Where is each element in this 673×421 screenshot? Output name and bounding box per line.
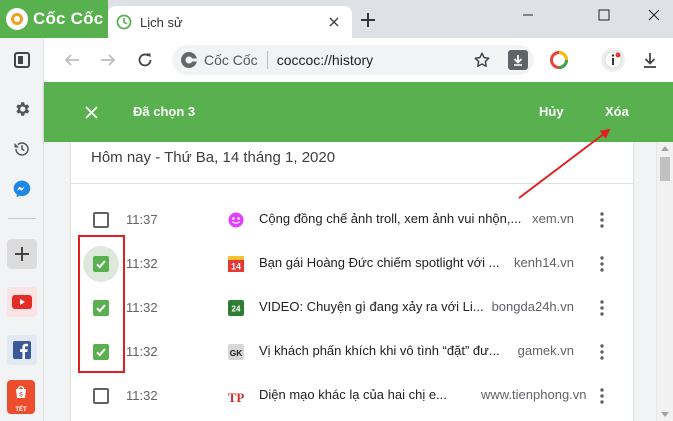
gamek-favicon-icon: GK <box>227 343 245 361</box>
page-domain: bongda24h.vn <box>491 299 574 314</box>
history-card: Hôm nay - Thứ Ba, 14 tháng 1, 2020 11:37… <box>71 142 633 421</box>
tienphong-favicon-icon: TP <box>227 387 245 405</box>
selected-count: Đã chọn 3 <box>133 104 196 119</box>
clear-selection-close-icon[interactable] <box>80 101 102 123</box>
title-bar: Cốc Cốc Lịch sử <box>0 0 673 38</box>
more-options-icon[interactable] <box>593 342 611 362</box>
page-title[interactable]: Vị khách phấn khích khi vô tình “đặt” đư… <box>259 343 500 358</box>
browser-window: Cốc Cốc Lịch sử S TẾT Cốc Cốc coccoc://h… <box>0 0 673 421</box>
bongda24h-favicon-icon: 24 <box>227 299 245 317</box>
history-row[interactable]: 11:37 Cộng đồng chế ảnh troll, xem ảnh v… <box>71 194 633 238</box>
tab-history[interactable]: Lịch sử <box>108 6 352 38</box>
settings-gear-icon[interactable] <box>7 94 37 124</box>
page-domain: xem.vn <box>532 211 574 226</box>
more-options-icon[interactable] <box>593 210 611 230</box>
download-video-icon[interactable] <box>508 50 528 70</box>
add-sidebar-item-button[interactable] <box>7 239 37 269</box>
page-domain: www.tienphong.vn <box>481 387 587 402</box>
close-window-button[interactable] <box>636 0 672 30</box>
address-bar[interactable]: Cốc Cốc coccoc://history <box>172 45 534 75</box>
tienphong-favicon-label: TP <box>228 390 244 404</box>
page-domain: gamek.vn <box>517 343 574 358</box>
bookmark-star-icon[interactable] <box>472 50 492 70</box>
site-label: Cốc Cốc <box>204 52 258 68</box>
download-icon[interactable] <box>638 48 662 72</box>
checkbox-unchecked-icon <box>93 212 109 228</box>
visit-time: 11:32 <box>126 256 158 271</box>
history-content: Hôm nay - Thứ Ba, 14 tháng 1, 2020 11:37… <box>44 142 656 421</box>
shopee-icon[interactable]: S TẾT <box>7 380 35 414</box>
history-row[interactable]: 11:32 GK Vị khách phấn khích khi vô tình… <box>71 326 633 370</box>
page-title[interactable]: Bạn gái Hoàng Đức chiếm spotlight với ..… <box>259 255 500 270</box>
address-separator <box>266 51 268 69</box>
scroll-up-arrow-icon[interactable] <box>661 146 669 151</box>
visit-time: 11:32 <box>126 344 158 359</box>
page-title[interactable]: Diện mạo khác lạ của hai chị e... <box>259 387 447 402</box>
scroll-down-arrow-icon[interactable] <box>661 412 669 417</box>
reload-icon[interactable] <box>131 46 159 74</box>
minimize-button[interactable] <box>510 0 546 30</box>
page-domain: kenh14.vn <box>514 255 574 270</box>
coccoc-logo-icon <box>6 8 28 30</box>
bongda24h-favicon-label: 24 <box>232 305 241 314</box>
url-text[interactable]: coccoc://history <box>277 52 373 68</box>
maximize-button[interactable] <box>586 0 622 30</box>
facebook-icon[interactable] <box>7 335 37 365</box>
gamek-favicon-label: GK <box>230 348 244 358</box>
selection-toolbar: Đã chọn 3 Hủy Xóa <box>44 82 673 142</box>
visit-time: 11:32 <box>126 300 158 315</box>
visit-time: 11:37 <box>126 212 158 227</box>
back-arrow-icon[interactable] <box>58 46 86 74</box>
history-row[interactable]: 11:32 TP Diện mạo khác lạ của hai chị e.… <box>71 370 633 414</box>
svg-text:S: S <box>19 393 23 399</box>
coccoc-site-icon <box>180 51 198 69</box>
history-icon[interactable] <box>7 134 37 164</box>
delete-button[interactable]: Xóa <box>605 104 629 119</box>
cancel-button[interactable]: Hủy <box>539 104 564 119</box>
messenger-icon[interactable] <box>7 174 37 204</box>
coccoc-dictionary-icon[interactable] <box>547 48 571 72</box>
forward-arrow-icon[interactable] <box>94 46 122 74</box>
vertical-scrollbar[interactable] <box>656 142 673 421</box>
header-divider <box>71 183 633 184</box>
sidebar: S TẾT <box>0 38 44 421</box>
row-checkbox[interactable] <box>83 202 119 238</box>
toolbar: Cốc Cốc coccoc://history <box>44 38 673 82</box>
brand-name: Cốc Cốc <box>33 9 104 28</box>
date-header: Hôm nay - Thứ Ba, 14 tháng 1, 2020 <box>91 149 336 166</box>
tab-close-icon[interactable] <box>324 12 344 32</box>
kenh14-favicon-icon: 14 <box>227 255 245 273</box>
coccoc-brand-button[interactable]: Cốc Cốc <box>0 0 108 38</box>
history-clock-icon <box>116 14 132 30</box>
more-options-icon[interactable] <box>593 254 611 274</box>
page-title[interactable]: VIDEO: Chuyện gì đang xảy ra với Li... <box>259 299 484 314</box>
youtube-icon[interactable] <box>7 287 37 317</box>
history-row[interactable]: 11:32 14 Bạn gái Hoàng Đức chiếm spotlig… <box>71 238 633 282</box>
tab-title: Lịch sử <box>140 14 183 30</box>
visit-time: 11:32 <box>126 388 158 403</box>
kenh14-favicon-label: 14 <box>231 262 241 272</box>
sidebar-divider <box>8 218 36 219</box>
xem-favicon-icon <box>227 211 245 229</box>
scroll-thumb[interactable] <box>660 157 670 181</box>
info-extension-icon[interactable] <box>601 48 625 72</box>
checkbox-unchecked-icon <box>93 388 109 404</box>
shopee-tet-label: TẾT <box>15 407 27 413</box>
sidebar-toggle-icon[interactable] <box>7 45 37 75</box>
more-options-icon[interactable] <box>593 298 611 318</box>
history-row[interactable]: 11:32 24 VIDEO: Chuyện gì đang xảy ra vớ… <box>71 282 633 326</box>
more-options-icon[interactable] <box>593 386 611 406</box>
new-tab-button[interactable] <box>356 8 380 32</box>
row-checkbox[interactable] <box>83 378 119 414</box>
annotation-highlight-box <box>78 235 125 373</box>
